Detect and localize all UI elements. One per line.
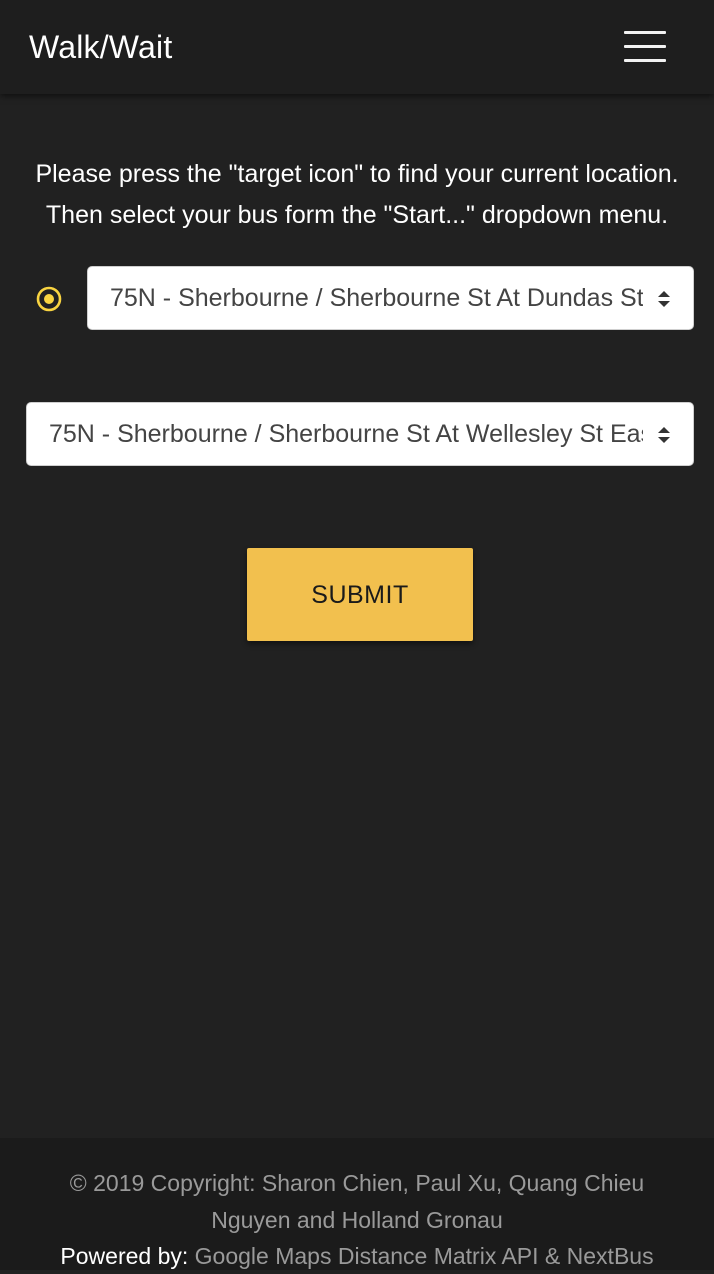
instructions-line-1: Please press the "target icon" to find y… bbox=[35, 160, 679, 188]
instructions-text: Please press the "target icon" to find y… bbox=[0, 154, 714, 236]
brand-title[interactable]: Walk/Wait bbox=[29, 27, 172, 67]
powered-by-label: Powered by: bbox=[60, 1243, 195, 1269]
main-content: Please press the "target icon" to find y… bbox=[0, 94, 714, 1138]
powered-by: Powered by: Google Maps Distance Matrix … bbox=[0, 1238, 714, 1274]
end-stop-select[interactable]: 75N - Sherbourne / Sherbourne St At Well… bbox=[26, 402, 694, 466]
start-stop-value: 75N - Sherbourne / Sherbourne St At Dund… bbox=[110, 284, 643, 312]
select-arrows-icon bbox=[658, 427, 670, 443]
target-icon[interactable] bbox=[33, 283, 65, 315]
powered-separator: & bbox=[538, 1243, 567, 1269]
navbar: Walk/Wait bbox=[0, 0, 714, 94]
select-arrows-icon bbox=[658, 291, 670, 307]
google-maps-api-link[interactable]: Google Maps Distance Matrix API bbox=[195, 1243, 539, 1269]
copyright-text: © 2019 Copyright: Sharon Chien, Paul Xu,… bbox=[40, 1165, 674, 1239]
footer: © 2019 Copyright: Sharon Chien, Paul Xu,… bbox=[0, 1138, 714, 1270]
nextbus-link[interactable]: NextBus bbox=[567, 1243, 654, 1269]
start-stop-select[interactable]: 75N - Sherbourne / Sherbourne St At Dund… bbox=[87, 266, 694, 330]
hamburger-menu-icon[interactable] bbox=[616, 26, 674, 68]
copyright-line-1: © 2019 Copyright: Sharon Chien, Paul Xu,… bbox=[69, 1170, 645, 1196]
submit-button[interactable]: SUBMIT bbox=[247, 548, 473, 641]
end-stop-value: 75N - Sherbourne / Sherbourne St At Well… bbox=[49, 420, 643, 448]
instructions-line-2: Then select your bus form the "Start..."… bbox=[45, 201, 669, 229]
copyright-line-2: Nguyen and Holland Gronau bbox=[211, 1207, 503, 1233]
